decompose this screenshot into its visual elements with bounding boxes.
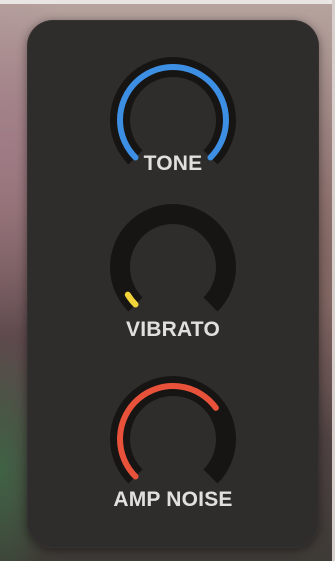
amp-noise-knob[interactable] <box>109 375 237 503</box>
vibrato-label: VIBRATO <box>126 318 220 341</box>
effects-panel: TONE VIBRATO AMP NOISE <box>27 20 319 548</box>
knob-track <box>110 204 236 312</box>
tone-label: TONE <box>143 152 203 175</box>
window-top-edge <box>0 0 335 4</box>
vibrato-knob[interactable] <box>109 203 237 331</box>
amp-noise-label: AMP NOISE <box>113 488 233 511</box>
